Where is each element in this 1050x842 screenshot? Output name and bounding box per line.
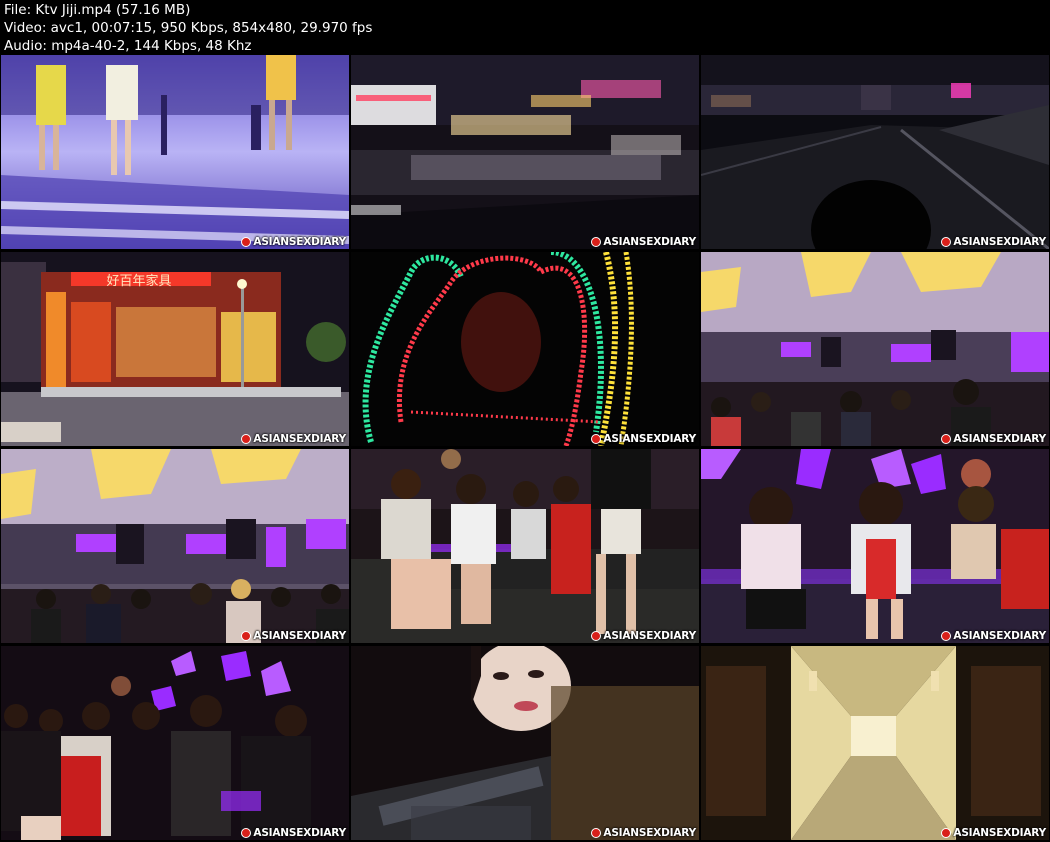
asiansexdiary-logo-icon [591, 631, 602, 641]
watermark: ASIANSEXDIARY [591, 433, 696, 445]
neon-sign-text: 好百年家具 [106, 273, 171, 289]
thumbnail-7[interactable]: ASIANSEXDIARY [1, 449, 349, 643]
thumbnail-11[interactable]: ASIANSEXDIARY [351, 646, 699, 840]
watermark-text: ASIANSEXDIARY [253, 630, 346, 642]
asiansexdiary-logo-icon [241, 434, 252, 444]
ktv-room-scene [701, 252, 1049, 446]
thumbnail-grid: ASIANSEXDIARY ASIANSEXDIARY ASIANSEXDIAR… [1, 55, 1049, 841]
watermark-text: ASIANSEXDIARY [253, 827, 346, 839]
thumbnail-9[interactable]: ASIANSEXDIARY [701, 449, 1049, 643]
closeup-face-scene [351, 646, 699, 840]
file-name-line: File: Ktv Jiji.mp4 (57.16 MB) [4, 2, 191, 18]
asiansexdiary-logo-icon [941, 237, 952, 247]
asiansexdiary-logo-icon [941, 631, 952, 641]
watermark: ASIANSEXDIARY [591, 827, 696, 839]
watermark-text: ASIANSEXDIARY [953, 433, 1046, 445]
thumbnail-1[interactable]: ASIANSEXDIARY [1, 55, 349, 249]
dark-room-crowd-scene [1, 646, 349, 840]
watermark-text: ASIANSEXDIARY [253, 433, 346, 445]
asiansexdiary-logo-icon [941, 434, 952, 444]
asiansexdiary-logo-icon [591, 237, 602, 247]
asiansexdiary-logo-icon [941, 828, 952, 838]
night-traffic-scene [351, 55, 699, 249]
watermark-text: ASIANSEXDIARY [253, 236, 346, 248]
watermark: ASIANSEXDIARY [241, 433, 346, 445]
file-info-header: File: Ktv Jiji.mp4 (57.16 MB) Video: avc… [4, 1, 372, 55]
audio-info-line: Audio: mp4a-40-2, 144 Kbps, 48 Khz [4, 38, 252, 54]
asiansexdiary-logo-icon [591, 828, 602, 838]
purple-sofa-scene [701, 449, 1049, 643]
asiansexdiary-logo-icon [591, 434, 602, 444]
thumbnail-12[interactable]: ASIANSEXDIARY [701, 646, 1049, 840]
ktv-lineup-scene [1, 449, 349, 643]
watermark-text: ASIANSEXDIARY [953, 630, 1046, 642]
thumbnail-10[interactable]: ASIANSEXDIARY [1, 646, 349, 840]
asiansexdiary-logo-icon [241, 631, 252, 641]
thumbnail-2[interactable]: ASIANSEXDIARY [351, 55, 699, 249]
thumbnail-4[interactable]: 好百年家具 ASIANSEXDIARY [1, 252, 349, 446]
hallway-scene [701, 646, 1049, 840]
video-info-line: Video: avc1, 00:07:15, 950 Kbps, 854x480… [4, 20, 373, 36]
thumbnail-6[interactable]: ASIANSEXDIARY [701, 252, 1049, 446]
neon-lights-scene [351, 252, 699, 446]
watermark-text: ASIANSEXDIARY [603, 236, 696, 248]
watermark: ASIANSEXDIARY [591, 236, 696, 248]
night-road-scene [701, 55, 1049, 249]
asiansexdiary-logo-icon [241, 828, 252, 838]
watermark: ASIANSEXDIARY [941, 433, 1046, 445]
neon-building-scene: 好百年家具 [1, 252, 349, 446]
watermark: ASIANSEXDIARY [241, 236, 346, 248]
watermark: ASIANSEXDIARY [941, 630, 1046, 642]
thumbnail-8[interactable]: ASIANSEXDIARY [351, 449, 699, 643]
watermark: ASIANSEXDIARY [241, 630, 346, 642]
watermark-text: ASIANSEXDIARY [953, 236, 1046, 248]
watermark-text: ASIANSEXDIARY [603, 433, 696, 445]
thumbnail-5[interactable]: ASIANSEXDIARY [351, 252, 699, 446]
watermark: ASIANSEXDIARY [941, 236, 1046, 248]
thumbnail-3[interactable]: ASIANSEXDIARY [701, 55, 1049, 249]
sofa-girls-scene [351, 449, 699, 643]
watermark-text: ASIANSEXDIARY [603, 630, 696, 642]
watermark-text: ASIANSEXDIARY [953, 827, 1046, 839]
asiansexdiary-logo-icon [241, 237, 252, 247]
watermark-text: ASIANSEXDIARY [603, 827, 696, 839]
watermark: ASIANSEXDIARY [941, 827, 1046, 839]
watermark: ASIANSEXDIARY [591, 630, 696, 642]
watermark: ASIANSEXDIARY [241, 827, 346, 839]
street-crosswalk-scene [1, 55, 349, 249]
